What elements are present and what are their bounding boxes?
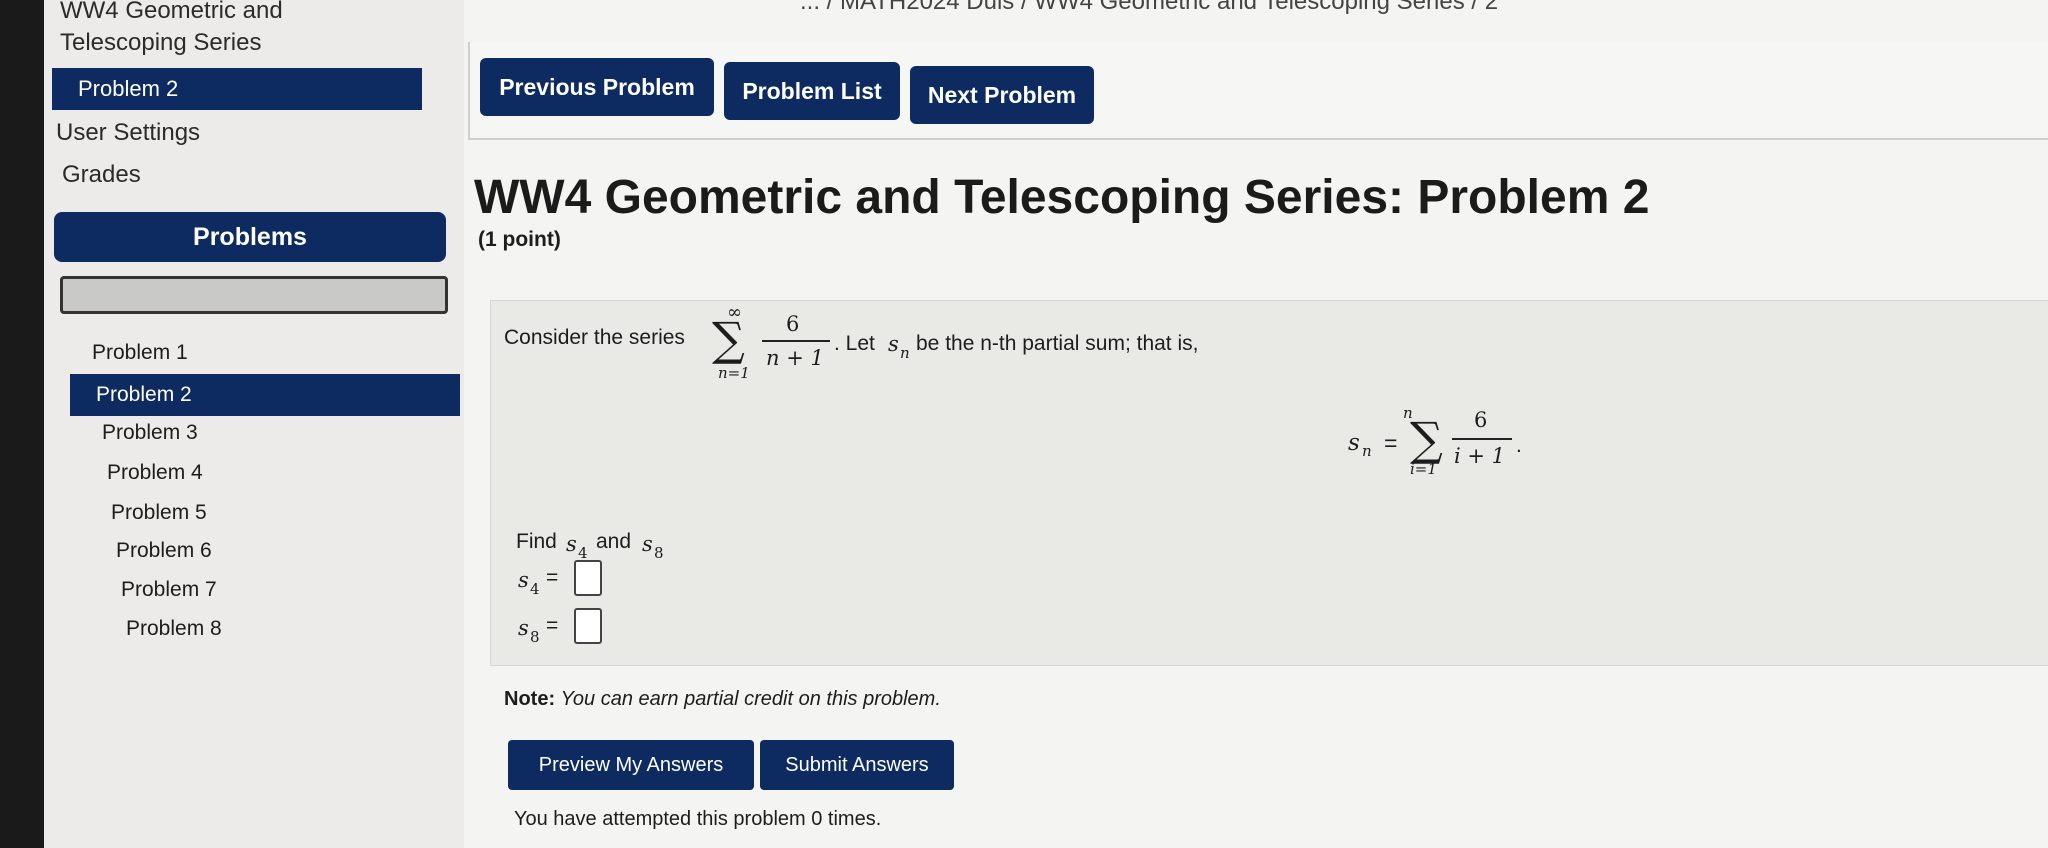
problem-list-button[interactable]: Problem List (724, 62, 900, 120)
s4-equals: = (546, 566, 559, 589)
problems-header: Problems (54, 212, 446, 262)
display-period: . (1516, 434, 1522, 457)
note-text: You can earn partial credit on this prob… (560, 688, 941, 710)
partial-sigma-symbol: ∑ (1410, 412, 1443, 466)
partial-sum-text: be the n-th partial sum; that is, (916, 332, 1199, 355)
sidebar-current-problem[interactable]: Problem 2 (52, 68, 422, 110)
display-s-subscript: n (1362, 442, 1372, 460)
s4-answer-input[interactable] (574, 560, 602, 596)
user-settings-link[interactable]: User Settings (56, 116, 200, 150)
s-n-symbol: s (888, 332, 899, 356)
screen-bezel (0, 0, 44, 848)
s4-label-subscript: 4 (530, 580, 540, 598)
submit-answers-button[interactable]: Submit Answers (760, 740, 954, 790)
problem-list-item-8[interactable]: Problem 8 (126, 614, 222, 644)
sigma-symbol: ∑ (712, 312, 745, 366)
series-lower-limit: n=1 (718, 364, 750, 382)
problem-list-item-5[interactable]: Problem 5 (111, 498, 207, 528)
s4-label: s (518, 568, 529, 592)
partial-denominator: i + 1 (1454, 444, 1506, 468)
s8-label: s (518, 616, 529, 640)
problem-list-item-4[interactable]: Problem 4 (107, 458, 203, 488)
attempts-text: You have attempted this problem 0 times. (514, 808, 882, 830)
find-and-text: and (596, 530, 632, 553)
previous-problem-button[interactable]: Previous Problem (480, 58, 714, 116)
problem-points: (1 point) (478, 228, 561, 251)
partial-fraction-bar (1452, 438, 1512, 440)
page-title: WW4 Geometric and Telescoping Series: Pr… (474, 171, 1650, 224)
problem-list-item-2[interactable]: Problem 2 (70, 374, 460, 416)
consider-text: Consider the series (504, 326, 685, 349)
breadcrumb: ... / MATH2024 Duis / WW4 Geometric and … (800, 0, 1499, 15)
partial-numerator: 6 (1474, 408, 1488, 432)
find-text: Find (516, 530, 557, 553)
note-label: Note: (504, 688, 556, 710)
display-equals: = (1384, 430, 1398, 456)
find-s8-symbol: s (642, 532, 653, 556)
s-n-subscript: n (900, 344, 910, 362)
find-s4-symbol: s (566, 532, 577, 556)
let-text: . Let (834, 332, 875, 355)
problem-list-item-3[interactable]: Problem 3 (102, 418, 198, 448)
display-s-symbol: s (1348, 430, 1360, 456)
partial-lower-limit: i=1 (1410, 460, 1437, 478)
next-problem-button[interactable]: Next Problem (910, 66, 1094, 124)
s8-equals: = (546, 614, 559, 637)
progress-bar (60, 276, 448, 314)
problem-list-item-6[interactable]: Problem 6 (116, 536, 212, 566)
s8-answer-input[interactable] (574, 608, 602, 644)
series-numerator: 6 (786, 312, 800, 336)
grades-link[interactable]: Grades (62, 158, 141, 192)
partial-credit-note: Note: You can earn partial credit on thi… (504, 688, 941, 711)
fraction-bar (762, 340, 830, 342)
set-title-link-line2[interactable]: Telescoping Series (60, 26, 261, 60)
preview-answers-button[interactable]: Preview My Answers (508, 740, 754, 790)
find-s8-subscript: 8 (654, 544, 664, 562)
series-denominator: n + 1 (766, 346, 824, 370)
problem-list-item-1[interactable]: Problem 1 (92, 338, 188, 368)
set-title-link-line1[interactable]: WW4 Geometric and (60, 0, 283, 28)
s8-label-subscript: 8 (530, 628, 540, 646)
problem-list-item-7[interactable]: Problem 7 (121, 575, 217, 605)
